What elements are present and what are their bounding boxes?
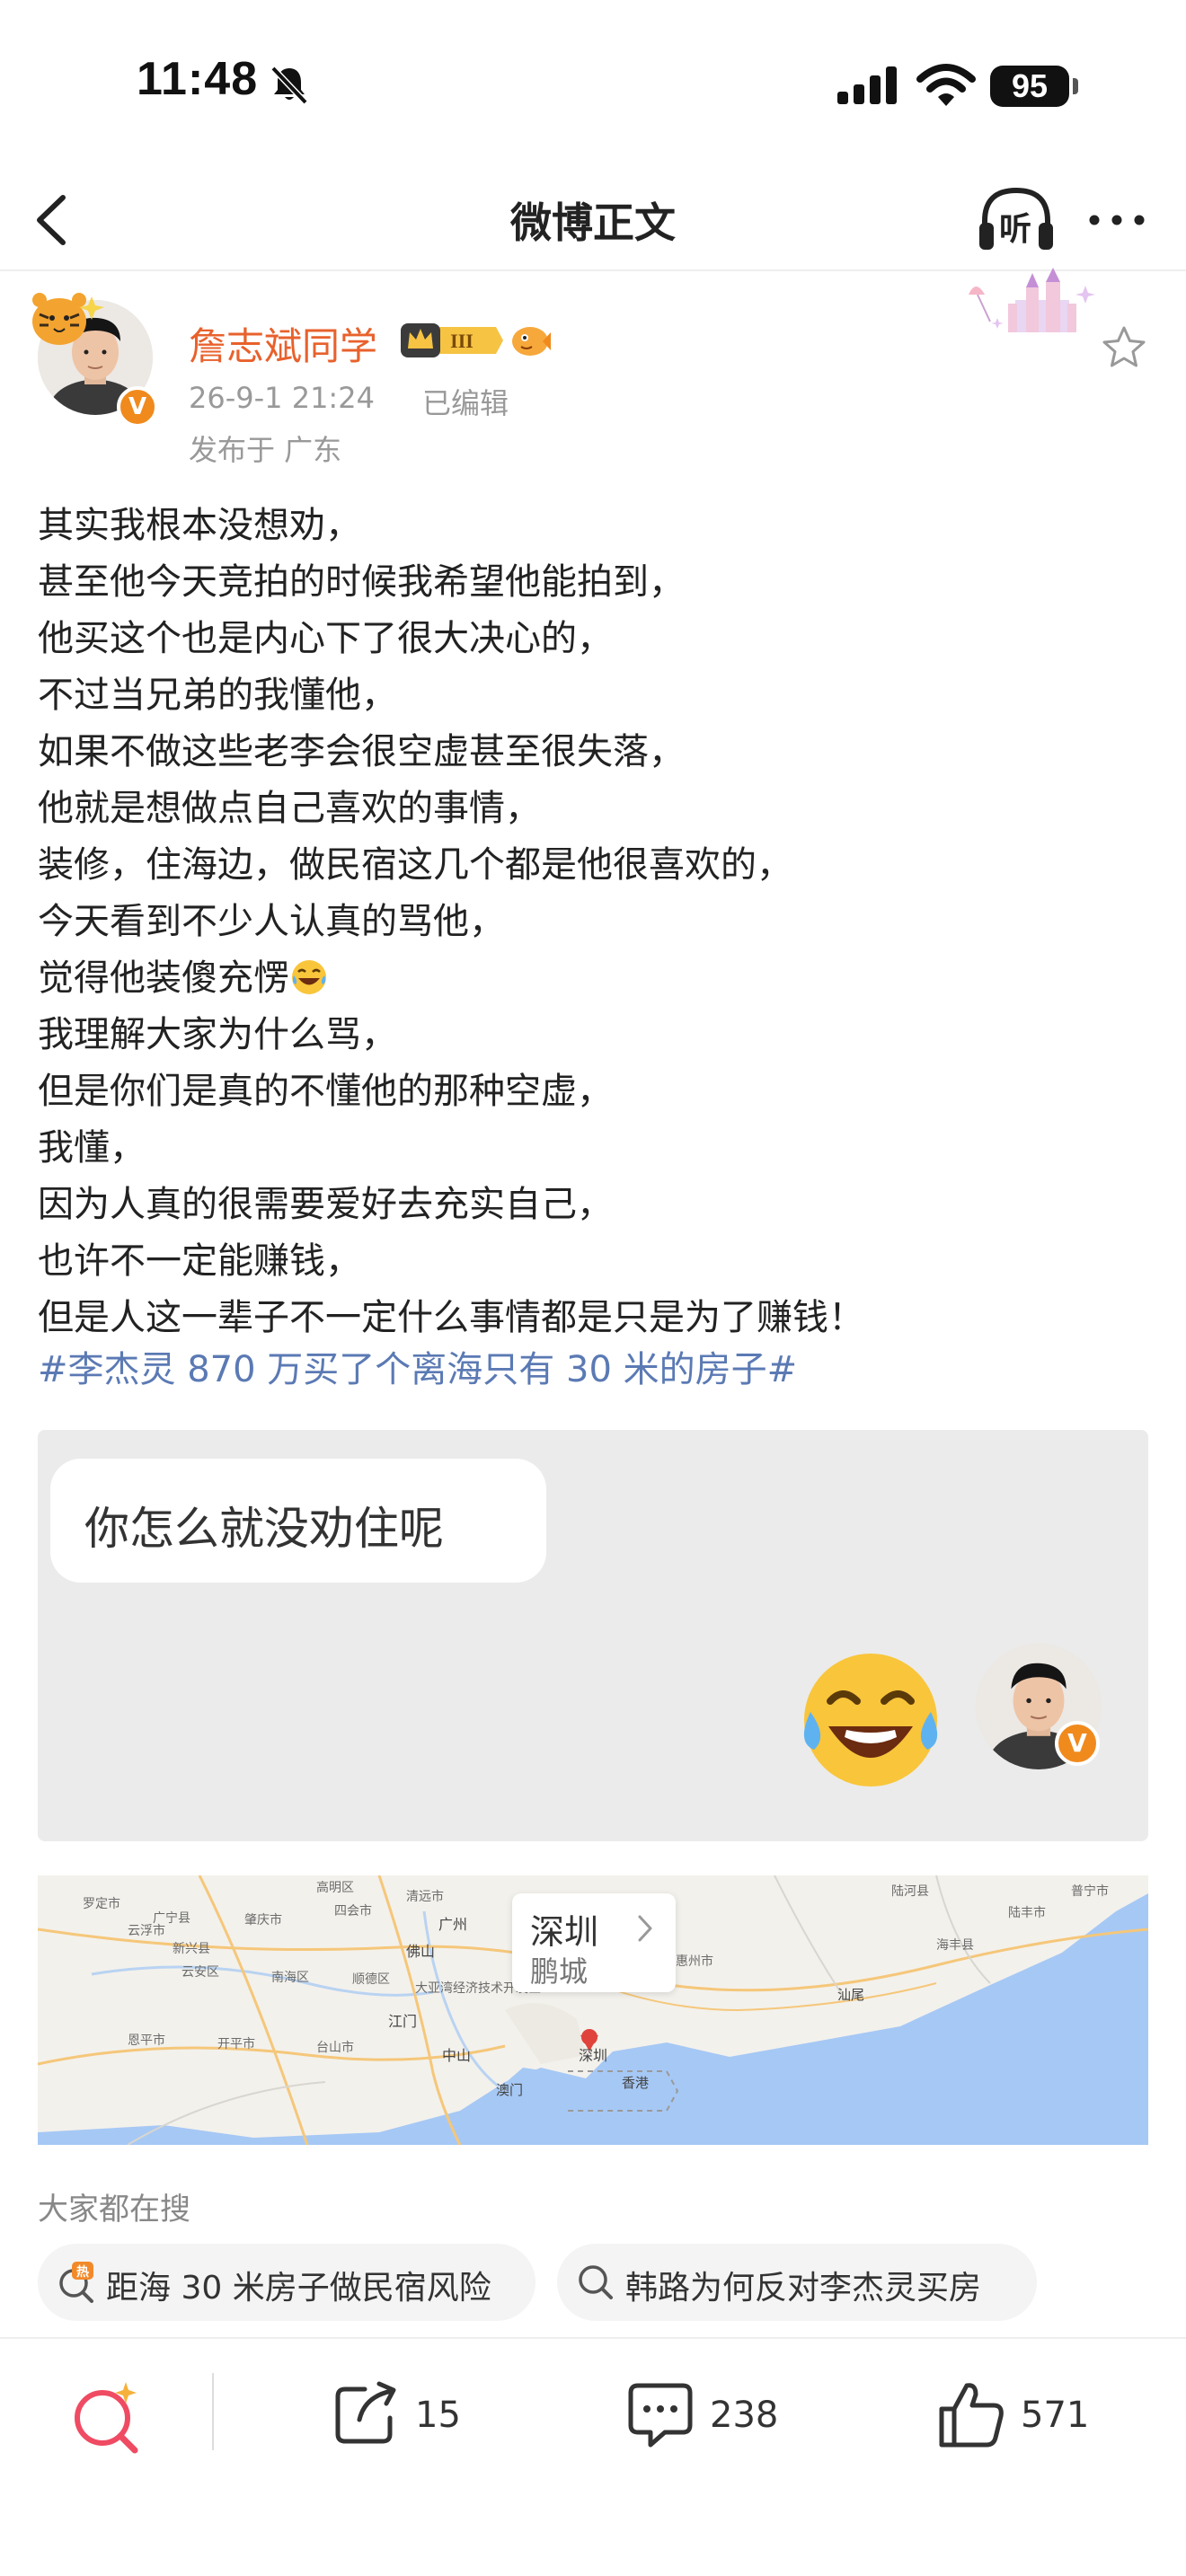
- more-icon[interactable]: [1085, 198, 1148, 243]
- post-line: 但是人这一辈子不一定什么事情都是只是为了赚钱！: [38, 1297, 864, 1338]
- castle-decoration-icon: [969, 268, 1095, 332]
- map-label: 恩平市: [128, 2033, 165, 2048]
- status-bar: 11:48 95: [0, 0, 1186, 171]
- tiger-decoration-icon: [32, 293, 104, 345]
- map-label: 陆丰市: [1008, 1905, 1046, 1920]
- map-label: 高明区: [316, 1880, 354, 1895]
- map-label: 普宁市: [1071, 1883, 1109, 1899]
- map-city: 深圳: [530, 1912, 599, 1952]
- map-label: 汕尾: [837, 1987, 864, 2003]
- member-crown-icon[interactable]: III: [399, 318, 503, 363]
- post-line-text: 觉得他装傻充愣: [38, 957, 289, 999]
- super-search-icon[interactable]: [68, 2378, 146, 2456]
- trending-chip-label: 韩路为何反对李杰灵买房: [625, 2270, 982, 2307]
- favorite-star-icon[interactable]: [1100, 323, 1148, 372]
- chat-bubble: 你怎么就没劝住呢: [50, 1459, 546, 1583]
- post-line: 他买这个也是内心下了很大决心的，: [38, 618, 613, 659]
- trending-chip[interactable]: 韩路为何反对李杰灵买房: [557, 2244, 1037, 2321]
- search-icon: [579, 2265, 613, 2299]
- nav-bar: 微博正文 听: [0, 171, 1186, 271]
- laugh-cry-emoji-icon: [292, 960, 326, 994]
- map-location-popup[interactable]: 深圳 鹏城: [512, 1893, 676, 1992]
- map-label: 中山: [442, 2047, 471, 2064]
- comment-icon: [628, 2383, 693, 2448]
- author-name[interactable]: 詹志斌同学: [189, 316, 377, 371]
- post-line: 不过当兄弟的我懂他，: [38, 675, 397, 716]
- hot-search-icon: 热: [59, 2262, 93, 2303]
- map-label: 深圳: [579, 2047, 607, 2064]
- hashtag-link[interactable]: #李杰灵 870 万买了个离海只有 30 米的房子#: [38, 1342, 797, 1398]
- map-label: 四会市: [334, 1903, 372, 1919]
- verified-badge: V: [117, 386, 158, 428]
- map-label: 广州: [438, 1916, 467, 1933]
- verified-badge: V: [1055, 1721, 1100, 1766]
- map-label: 惠州市: [676, 1954, 713, 1969]
- battery-tip: [1073, 78, 1078, 94]
- action-divider: [212, 2373, 214, 2450]
- map-label: 清远市: [406, 1889, 444, 1904]
- map-label: 顺德区: [352, 1972, 390, 1987]
- post-line: 如果不做这些老李会很空虚甚至很失落，: [38, 731, 685, 772]
- post-line: 甚至他今天竞拍的时候我希望他能拍到，: [38, 561, 685, 603]
- post-line: 我懂，: [38, 1127, 146, 1169]
- map-label: 新兴县: [173, 1942, 210, 1956]
- map-label: 罗定市: [83, 1896, 120, 1911]
- bell-slash-icon: [270, 66, 308, 105]
- trending-chip[interactable]: 热 距海 30 米房子做民宿风险: [38, 2244, 535, 2321]
- battery-icon: 95: [990, 66, 1069, 107]
- post-image[interactable]: 你怎么就没劝住呢 V: [38, 1430, 1148, 1841]
- edited-label: 已编辑: [422, 386, 509, 420]
- post-time: 26-9-1 21:24: [189, 381, 375, 415]
- trending-chip-label: 距海 30 米房子做民宿风险: [106, 2270, 491, 2307]
- post-line-with-emoji: 觉得他装傻充愣: [38, 950, 1152, 1007]
- svg-text:热: 热: [76, 2264, 89, 2280]
- comment-count: 238: [710, 2395, 779, 2436]
- bottom-action-bar: 15 238 571: [0, 2337, 1186, 2488]
- post-line: 今天看到不少人认真的骂他，: [38, 901, 505, 942]
- map-label: 肇庆市: [244, 1912, 282, 1928]
- thumbs-up-icon: [939, 2383, 1004, 2448]
- author-avatar[interactable]: V: [27, 287, 162, 428]
- map-label: 海丰县: [936, 1938, 974, 1953]
- trending-title: 大家都在搜: [38, 2192, 190, 2228]
- post-line: 他就是想做点自己喜欢的事情，: [38, 788, 541, 829]
- chevron-right-icon: [638, 1915, 652, 1942]
- map-label: 云浮市: [128, 1923, 165, 1938]
- location-map[interactable]: 罗定市 广宁县 肇庆市 高明区 四会市 清远市 广州 佛山 新兴县 云浮市 云安…: [38, 1875, 1148, 2145]
- fish-badge-icon[interactable]: [509, 320, 552, 359]
- post-line: 也许不一定能赚钱，: [38, 1240, 361, 1282]
- cellular-signal-icon: [837, 66, 897, 104]
- listen-label: 听: [999, 211, 1032, 248]
- map-label: 云安区: [181, 1965, 219, 1980]
- post-body: 其实我根本没想劝， 甚至他今天竞拍的时候我希望他能拍到， 他买这个也是内心下了很…: [38, 498, 1152, 1346]
- member-level: III: [450, 330, 474, 352]
- post-line: 其实我根本没想劝，: [38, 505, 361, 546]
- map-label: 开平市: [217, 2036, 255, 2051]
- map-label: 佛山: [406, 1943, 435, 1960]
- post-line: 因为人真的很需要爱好去充实自己，: [38, 1184, 613, 1225]
- map-label: 陆河县: [891, 1884, 929, 1899]
- repost-icon: [335, 2381, 396, 2444]
- post-line: 我理解大家为什么骂，: [38, 1014, 397, 1055]
- post-line: 但是你们是真的不懂他的那种空虚，: [38, 1071, 613, 1112]
- map-district: 鹏城: [530, 1954, 589, 1989]
- post-line: 装修，住海边，做民宿这几个都是他很喜欢的，: [38, 844, 792, 886]
- map-label: 澳门: [496, 2082, 523, 2098]
- map-label: 南海区: [271, 1971, 309, 1985]
- map-label: 香港: [622, 2075, 649, 2091]
- post-location: 发布于 广东: [189, 433, 342, 467]
- chat-text: 你怎么就没劝住呢: [84, 1503, 444, 1555]
- status-time: 11:48: [137, 53, 259, 105]
- laugh-cry-emoji-icon: [803, 1654, 938, 1786]
- wifi-icon: [916, 64, 976, 106]
- listen-button[interactable]: 听: [976, 183, 1057, 259]
- map-label: 江门: [388, 2013, 417, 2030]
- like-count: 571: [1021, 2395, 1090, 2436]
- repost-count: 15: [415, 2395, 461, 2436]
- map-label: 台山市: [316, 2040, 354, 2055]
